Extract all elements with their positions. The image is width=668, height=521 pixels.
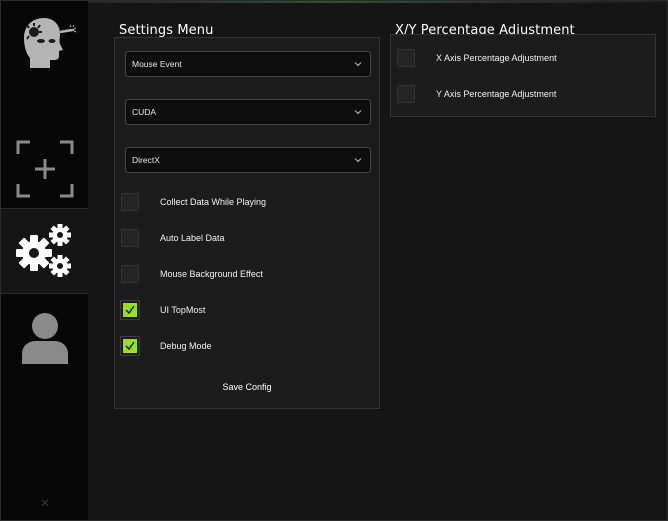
sidebar: × [1,1,89,520]
collect-data-toggle[interactable]: Collect Data While Playing [121,193,361,213]
sidebar-item-settings[interactable] [1,208,89,294]
debug-mode-toggle[interactable]: Debug Mode [120,336,361,357]
chevron-down-icon [354,158,362,163]
user-icon [21,313,68,364]
checkbox-label: Auto Label Data [160,233,225,243]
capture-method-dropdown[interactable]: DirectX [125,147,371,173]
settings-panel: Mouse Event CUDA DirectX Collect Data Wh… [114,37,380,409]
settings-title: Settings Menu [119,23,214,38]
checkbox-label: Y Axis Percentage Adjustment [436,89,557,99]
sidebar-item-capture[interactable] [1,127,88,211]
sidebar-item-user[interactable] [1,295,88,379]
dropdown-value: CUDA [132,107,157,117]
chevron-down-icon [354,110,362,115]
checkbox[interactable] [121,229,139,247]
checkbox[interactable] [121,193,139,211]
checkbox[interactable] [121,265,139,283]
checkbox-label: Collect Data While Playing [160,197,267,207]
checkbox-label: Debug Mode [160,341,212,351]
checkbox-label: UI TopMost [160,305,206,315]
dropdown-value: Mouse Event [132,59,182,69]
mouse-background-effect-toggle[interactable]: Mouse Background Effect [121,265,361,285]
close-icon[interactable]: × [38,496,52,512]
xy-panel: X Axis Percentage Adjustment Y Axis Perc… [390,34,656,117]
dropdown-value: DirectX [132,155,160,165]
chevron-down-icon [354,62,362,67]
check-icon [125,341,135,351]
checkbox[interactable] [120,300,140,320]
sidebar-item-aim[interactable] [1,1,88,85]
backend-dropdown[interactable]: CUDA [125,99,371,125]
x-axis-toggle[interactable]: X Axis Percentage Adjustment [397,49,637,69]
capture-icon [16,140,73,198]
aim-icon [23,18,76,68]
auto-label-toggle[interactable]: Auto Label Data [121,229,361,249]
checkbox[interactable] [397,49,415,67]
checkbox[interactable] [120,336,140,356]
checkbox[interactable] [397,85,415,103]
check-icon [125,305,135,315]
input-method-dropdown[interactable]: Mouse Event [125,51,371,77]
checkbox-label: X Axis Percentage Adjustment [436,53,557,63]
checkbox-label: Mouse Background Effect [160,269,263,279]
settings-icon [16,224,71,277]
y-axis-toggle[interactable]: Y Axis Percentage Adjustment [397,85,637,105]
save-config-button[interactable]: Save Config [205,378,289,396]
app-window: × Settings Menu Mouse Event CUDA DirectX… [0,0,668,521]
ui-topmost-toggle[interactable]: UI TopMost [120,300,361,321]
window-top-accent [1,1,667,3]
